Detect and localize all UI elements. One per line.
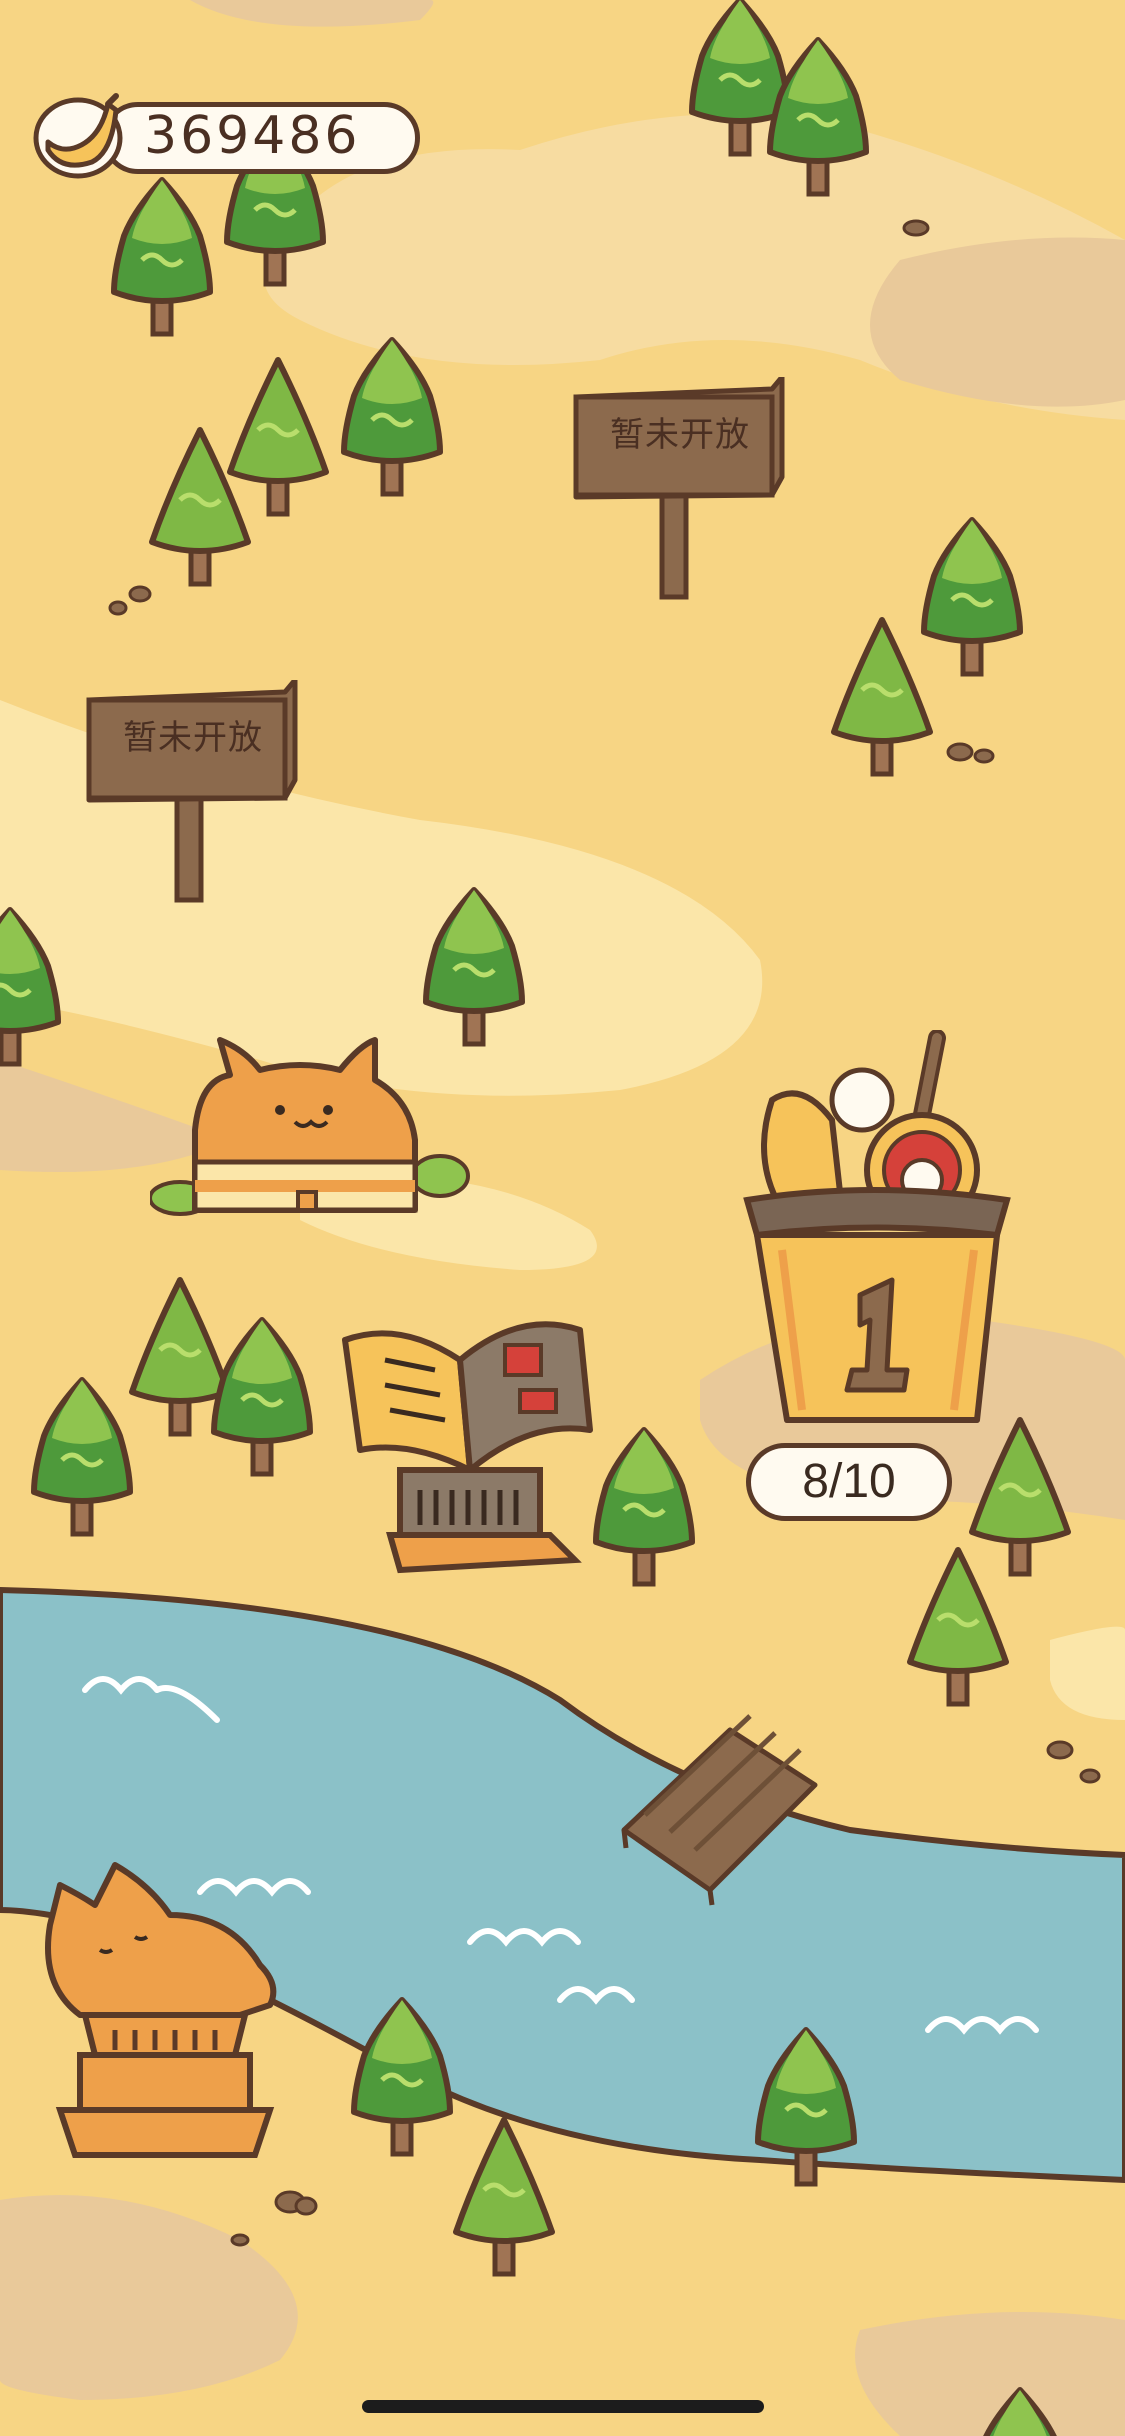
cat-statue[interactable] [40,1855,290,2165]
level-progress-badge: 8/10 [746,1443,952,1521]
book-pedestal[interactable] [340,1300,600,1580]
locked-area-sign[interactable]: 暂未开放 [85,680,305,910]
sign-label: 暂未开放 [123,718,263,758]
currency-amount: 369486 [144,106,361,166]
sign-label: 暂未开放 [610,415,750,455]
locked-area-sign[interactable]: 暂未开放 [572,377,792,607]
banana-icon [33,93,123,179]
home-indicator[interactable] [362,2400,764,2413]
cat-house[interactable] [150,1030,480,1230]
level-1-basket[interactable] [742,1030,1012,1440]
currency-display: 369486 [32,92,420,184]
world-map: 1 369486 暂未开放 [0,0,1125,2436]
